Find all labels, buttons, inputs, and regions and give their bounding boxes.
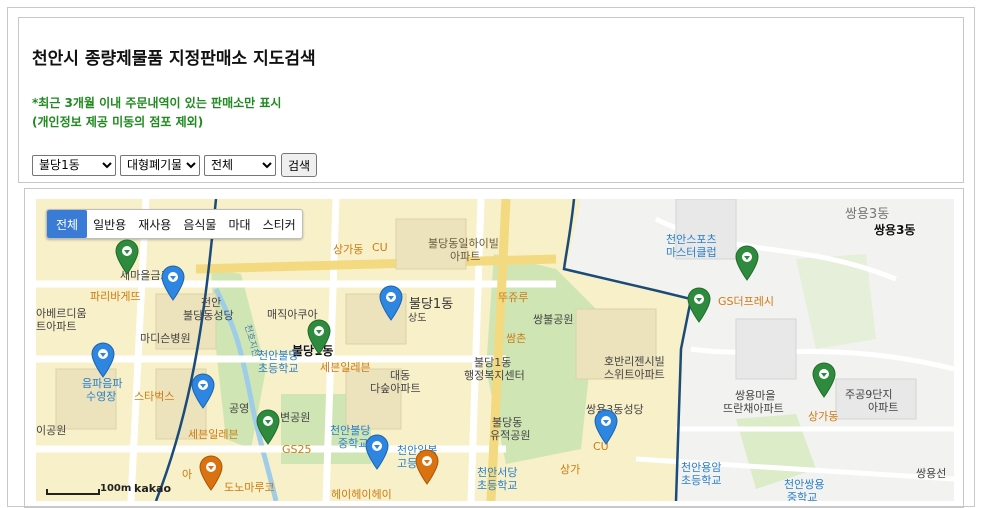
tab-reuse[interactable]: 재사용: [132, 210, 177, 238]
map-label: 뜨란채아파트: [723, 402, 784, 415]
map-label: 쌍용선: [916, 467, 947, 480]
map-label: GS더프레시: [718, 295, 774, 308]
kakao-logo: kakao: [134, 482, 172, 495]
tab-food[interactable]: 음식물: [177, 210, 222, 238]
map-label: 불당동성당: [183, 309, 234, 322]
map-label: 초등학교: [258, 362, 299, 375]
district-label-bold: 쌍용3동: [874, 223, 916, 237]
map-label: 다숲아파트: [370, 382, 421, 395]
map-label: 수영장: [86, 390, 117, 403]
map-label: 아: [182, 468, 193, 481]
type-select[interactable]: 전체: [204, 154, 276, 176]
district-label: 쌍용3동: [845, 207, 890, 222]
blue-store-pin[interactable]: [364, 434, 390, 470]
blue-store-pin[interactable]: [90, 342, 116, 378]
orange-store-pin[interactable]: [414, 449, 440, 485]
green-store-pin[interactable]: [114, 239, 140, 275]
page-title: 천안시 종량제물품 지정판매소 지도검색: [32, 49, 316, 69]
map-label: 상도: [408, 313, 427, 324]
map-label: 중학교: [787, 491, 818, 501]
map-label: 마디슨병원: [140, 332, 191, 345]
map-label: GS25: [282, 443, 312, 456]
map-label: 마스터클럽: [666, 246, 717, 259]
map-label: 세븐일레븐: [188, 428, 239, 441]
tab-sack[interactable]: 마대: [222, 210, 256, 238]
blue-store-pin[interactable]: [593, 409, 619, 445]
map-label: 이공원: [36, 424, 67, 437]
map-label: 트아파트: [36, 320, 77, 333]
green-store-pin[interactable]: [734, 245, 760, 281]
map-label: 행정복지센터: [464, 369, 525, 382]
category-select[interactable]: 대형폐기물: [120, 154, 200, 176]
green-store-pin[interactable]: [255, 409, 281, 445]
map-label: 세븐일레븐: [320, 361, 371, 374]
map-label: 쌍불공원: [533, 313, 574, 326]
map-label: 상가: [560, 463, 581, 476]
map-label: 아파트: [450, 250, 481, 263]
map-label: 유적공원: [490, 429, 531, 442]
notice-privacy: (개인정보 제공 미동의 점포 제외): [32, 115, 204, 129]
search-panel: 천안시 종량제물품 지정판매소 지도검색 *최근 3개월 이내 주문내역이 있는…: [18, 17, 964, 183]
map-label: CU: [372, 241, 388, 254]
search-controls: 불당1동 대형폐기물 전체 검색: [32, 153, 318, 177]
blue-store-pin[interactable]: [378, 285, 404, 321]
map-label: 상가동: [333, 243, 364, 256]
map-view[interactable]: 전체 일반용 재사용 음식물 마대 스티커 쌍용3동 쌍용3동 불당1동 불당1…: [36, 199, 954, 501]
map-label: 파리바게뜨: [90, 290, 141, 303]
green-store-pin[interactable]: [811, 362, 837, 398]
map-label: 변공원: [280, 411, 311, 424]
tab-general[interactable]: 일반용: [87, 210, 132, 238]
tab-sticker[interactable]: 스티커: [257, 210, 302, 238]
dong-select[interactable]: 불당1동: [32, 154, 116, 176]
tab-all[interactable]: 전체: [47, 210, 88, 238]
map-label: 스타벅스: [134, 390, 175, 403]
green-store-pin[interactable]: [686, 287, 712, 323]
map-label: 초등학교: [477, 479, 518, 492]
scale-bar: [46, 489, 100, 495]
map-label: 상가동: [808, 410, 839, 423]
orange-store-pin[interactable]: [198, 455, 224, 491]
map-label: 스위트아파트: [604, 368, 665, 381]
category-filter-tabs: 전체 일반용 재사용 음식물 마대 스티커: [46, 209, 303, 239]
map-label: 아파트: [868, 401, 899, 414]
map-label: 초등학교: [681, 474, 722, 487]
map-label: 뚜쥬루: [498, 291, 529, 304]
map-label: 쌈촌: [506, 332, 527, 345]
map-label: 헤이헤이헤이: [331, 488, 392, 501]
blue-store-pin[interactable]: [160, 265, 186, 301]
green-store-pin[interactable]: [306, 319, 332, 355]
map-label: 도노마루코: [224, 481, 275, 494]
search-button[interactable]: 검색: [281, 153, 318, 177]
scale-label: 100m: [100, 483, 132, 494]
blue-store-pin[interactable]: [190, 373, 216, 409]
notice-recent-orders: *최근 3개월 이내 주문내역이 있는 판매소만 표시: [32, 96, 282, 110]
map-label: 공영: [229, 402, 250, 415]
